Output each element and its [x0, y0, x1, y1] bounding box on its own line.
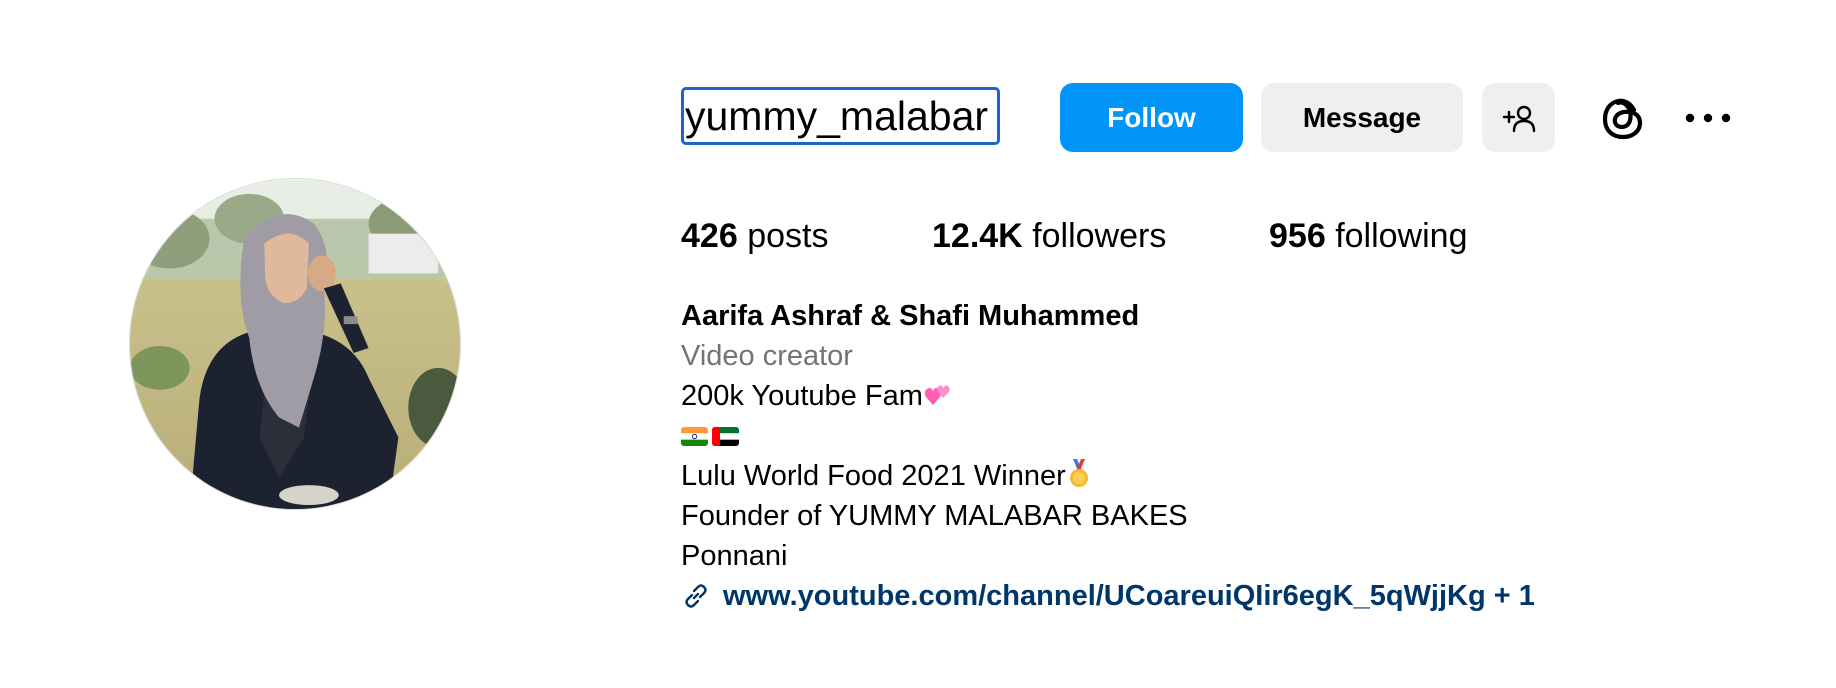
follow-button[interactable]: Follow — [1060, 83, 1243, 152]
bio-line-founder: Founder of YUMMY MALABAR BAKES — [681, 500, 1188, 532]
posts-count-label: posts — [747, 217, 829, 255]
profile-avatar[interactable] — [129, 178, 461, 510]
pink-hearts-icon — [924, 385, 950, 405]
bio-line-youtube: 200k Youtube Fam — [681, 376, 1535, 416]
message-button[interactable]: Message — [1261, 83, 1463, 152]
bio-website-link[interactable]: www.youtube.com/channel/UCoareuiQIir6egK… — [681, 576, 1535, 616]
following-count[interactable]: 956 following — [1269, 212, 1468, 260]
full-name: Aarifa Ashraf & Shafi Muhammed — [681, 300, 1140, 332]
bio-website-link-text: www.youtube.com/channel/UCoareuiQIir6egK… — [723, 580, 1535, 612]
avatar-photo — [130, 179, 460, 509]
username[interactable]: yummy_malabar — [681, 87, 1000, 145]
bio-line-award-text: Lulu World Food 2021 Winner — [681, 460, 1066, 492]
bio-line-award: Lulu World Food 2021 Winner — [681, 456, 1535, 496]
link-icon — [685, 584, 707, 608]
more-options-icon[interactable] — [1682, 100, 1734, 136]
profile-page: yummy_malabar Follow Message 426 posts 1… — [0, 0, 1836, 688]
india-flag-icon — [681, 426, 708, 446]
threads-icon[interactable] — [1596, 90, 1652, 146]
category-label: Video creator — [681, 340, 853, 372]
following-count-label: following — [1335, 217, 1468, 255]
followers-count-value: 12.4K — [932, 217, 1023, 255]
bio-line-youtube-text: 200k Youtube Fam — [681, 380, 923, 412]
flags-row — [681, 416, 1535, 456]
following-count-value: 956 — [1269, 217, 1326, 255]
profile-bio: Aarifa Ashraf & Shafi Muhammed Video cre… — [681, 296, 1535, 616]
bio-line-location: Ponnani — [681, 540, 788, 572]
medal-icon — [1069, 459, 1088, 487]
add-person-icon — [1502, 105, 1535, 132]
uae-flag-icon — [712, 426, 739, 446]
suggested-accounts-button[interactable] — [1482, 83, 1555, 152]
posts-count: 426 posts — [681, 212, 828, 260]
followers-count-label: followers — [1032, 217, 1167, 255]
posts-count-value: 426 — [681, 217, 738, 255]
followers-count[interactable]: 12.4K followers — [932, 212, 1166, 260]
